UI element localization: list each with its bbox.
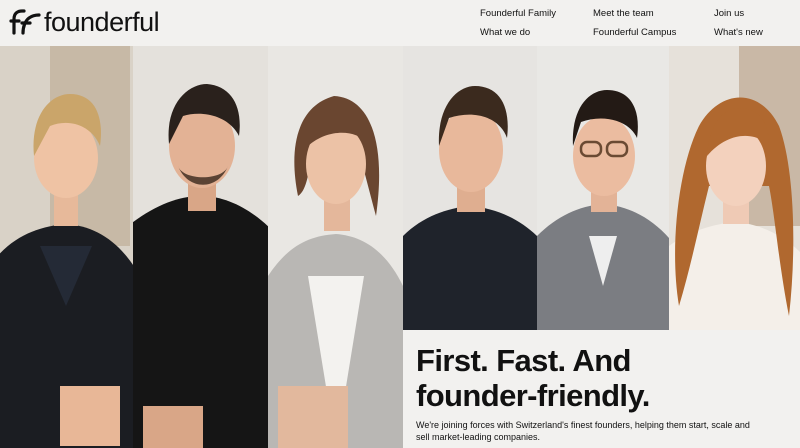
nav-meet-the-team[interactable]: Meet the team bbox=[593, 8, 654, 19]
hero-title-line-1: First. Fast. And bbox=[416, 343, 631, 378]
team-portrait-6 bbox=[669, 46, 800, 330]
brand-name: founderful bbox=[44, 7, 160, 37]
ff-monogram-icon bbox=[9, 9, 41, 35]
nav-what-we-do[interactable]: What we do bbox=[480, 27, 530, 38]
hero-subtitle: We're joining forces with Switzerland's … bbox=[416, 420, 750, 442]
hero-section: First. Fast. And founder-friendly. We're… bbox=[403, 330, 800, 448]
nav-founderful-campus[interactable]: Founderful Campus bbox=[593, 27, 676, 38]
site-header: founderful Founderful Family Meet the te… bbox=[0, 0, 800, 46]
team-portrait-3 bbox=[268, 46, 403, 448]
nav-founderful-family[interactable]: Founderful Family bbox=[480, 8, 556, 19]
team-portrait-2 bbox=[133, 46, 268, 448]
hero-title: First. Fast. And founder-friendly. bbox=[416, 343, 650, 413]
team-portrait-4 bbox=[403, 46, 537, 330]
founderful-logo[interactable]: founderful bbox=[9, 7, 160, 37]
team-portrait-5 bbox=[537, 46, 669, 330]
team-portrait-1 bbox=[0, 46, 133, 448]
hero-title-line-2: founder-friendly. bbox=[416, 378, 650, 413]
nav-whats-new[interactable]: What's new bbox=[714, 27, 763, 38]
nav-join-us[interactable]: Join us bbox=[714, 8, 744, 19]
